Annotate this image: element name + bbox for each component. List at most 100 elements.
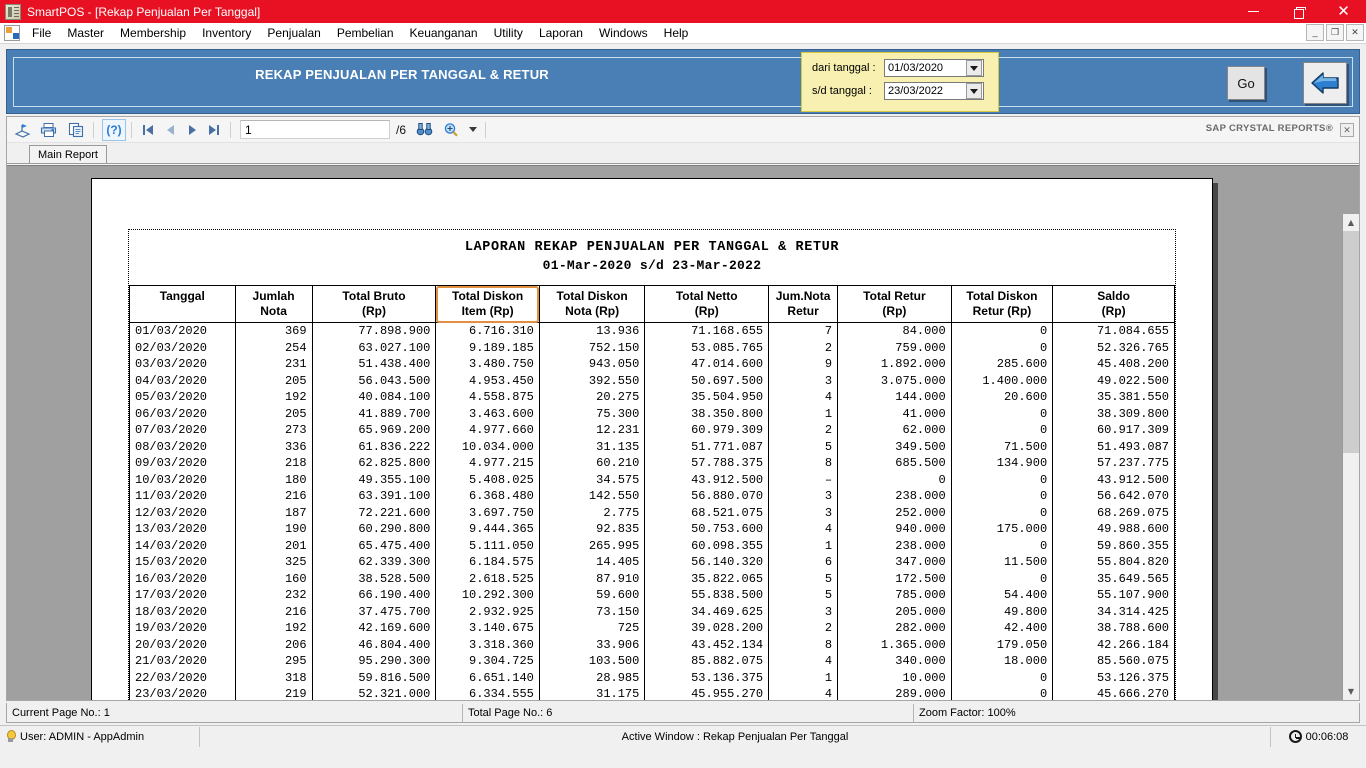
table-cell-r6-c1[interactable]: 273 xyxy=(234,422,313,439)
table-cell-r8-c0[interactable]: 09/03/2020 xyxy=(129,455,236,472)
menu-item-pembelian[interactable]: Pembelian xyxy=(329,24,402,42)
menu-item-file[interactable]: File xyxy=(24,24,59,42)
table-cell-r20-c7[interactable]: 340.000 xyxy=(837,653,952,670)
table-cell-r13-c0[interactable]: 14/03/2020 xyxy=(129,537,236,554)
table-cell-r4-c3[interactable]: 4.558.875 xyxy=(435,389,540,406)
table-cell-r11-c7[interactable]: 252.000 xyxy=(837,504,952,521)
table-cell-r17-c0[interactable]: 18/03/2020 xyxy=(129,603,236,620)
go-button[interactable]: Go xyxy=(1227,66,1265,100)
table-cell-r7-c8[interactable]: 71.500 xyxy=(950,438,1054,455)
first-page-icon[interactable] xyxy=(137,119,159,141)
table-cell-r19-c1[interactable]: 206 xyxy=(234,636,313,653)
table-cell-r12-c2[interactable]: 60.290.800 xyxy=(311,521,437,538)
table-cell-r3-c9[interactable]: 49.022.500 xyxy=(1052,372,1175,389)
table-cell-r12-c1[interactable]: 190 xyxy=(234,521,313,538)
table-cell-r18-c2[interactable]: 42.169.600 xyxy=(311,620,437,637)
table-cell-r2-c1[interactable]: 231 xyxy=(234,356,313,373)
table-cell-r21-c7[interactable]: 10.000 xyxy=(837,669,952,686)
table-cell-r10-c4[interactable]: 142.550 xyxy=(538,488,646,505)
table-cell-r5-c3[interactable]: 3.463.600 xyxy=(435,405,540,422)
binoculars-search-icon[interactable] xyxy=(412,119,436,141)
table-row[interactable]: 05/03/2020 192 40.084.100 4.558.875 20.275 35… xyxy=(129,389,1175,406)
table-cell-r21-c4[interactable]: 28.985 xyxy=(538,669,646,686)
table-cell-r1-c8[interactable]: 0 xyxy=(950,339,1054,356)
table-cell-r4-c8[interactable]: 20.600 xyxy=(950,389,1054,406)
table-cell-r17-c1[interactable]: 216 xyxy=(234,603,313,620)
table-cell-r14-c4[interactable]: 14.405 xyxy=(538,554,646,571)
table-cell-r0-c8[interactable]: 0 xyxy=(950,322,1054,340)
table-row[interactable]: 15/03/2020 325 62.339.300 6.184.575 14.405 56… xyxy=(129,554,1175,571)
table-cell-r6-c6[interactable]: 2 xyxy=(768,422,839,439)
table-cell-r9-c4[interactable]: 34.575 xyxy=(538,471,646,488)
menu-item-windows[interactable]: Windows xyxy=(591,24,656,42)
table-row[interactable]: 13/03/2020 190 60.290.800 9.444.365 92.835 50… xyxy=(129,521,1175,538)
back-button[interactable] xyxy=(1303,62,1347,104)
table-cell-r0-c2[interactable]: 77.898.900 xyxy=(311,322,437,340)
table-cell-r7-c3[interactable]: 10.034.000 xyxy=(435,438,540,455)
table-cell-r12-c9[interactable]: 49.988.600 xyxy=(1052,521,1175,538)
table-cell-r8-c4[interactable]: 60.210 xyxy=(538,455,646,472)
table-cell-r18-c6[interactable]: 2 xyxy=(768,620,839,637)
table-cell-r6-c5[interactable]: 60.979.309 xyxy=(644,422,770,439)
table-cell-r2-c3[interactable]: 3.480.750 xyxy=(435,356,540,373)
table-cell-r15-c2[interactable]: 38.528.500 xyxy=(311,570,437,587)
table-cell-r16-c7[interactable]: 785.000 xyxy=(837,587,952,604)
table-cell-r17-c5[interactable]: 34.469.625 xyxy=(644,603,770,620)
table-cell-r6-c4[interactable]: 12.231 xyxy=(538,422,646,439)
table-cell-r11-c3[interactable]: 3.697.750 xyxy=(435,504,540,521)
vertical-scrollbar[interactable]: ▲ ▼ xyxy=(1342,214,1359,700)
table-cell-r2-c9[interactable]: 45.408.200 xyxy=(1052,356,1175,373)
table-cell-r4-c6[interactable]: 4 xyxy=(768,389,839,406)
table-cell-r5-c6[interactable]: 1 xyxy=(768,405,839,422)
table-cell-r15-c8[interactable]: 0 xyxy=(950,570,1054,587)
table-cell-r17-c2[interactable]: 37.475.700 xyxy=(311,603,437,620)
table-cell-r20-c3[interactable]: 9.304.725 xyxy=(435,653,540,670)
table-cell-r17-c4[interactable]: 73.150 xyxy=(538,603,646,620)
previous-page-icon[interactable] xyxy=(159,119,181,141)
table-cell-r22-c0[interactable]: 23/03/2020 xyxy=(129,686,236,700)
table-cell-r22-c6[interactable]: 4 xyxy=(768,686,839,700)
table-cell-r16-c5[interactable]: 55.838.500 xyxy=(644,587,770,604)
table-cell-r5-c9[interactable]: 38.309.800 xyxy=(1052,405,1175,422)
table-cell-r9-c5[interactable]: 43.912.500 xyxy=(644,471,770,488)
table-cell-r2-c0[interactable]: 03/03/2020 xyxy=(129,356,236,373)
table-cell-r18-c4[interactable]: 725 xyxy=(538,620,646,637)
table-cell-r2-c4[interactable]: 943.050 xyxy=(538,356,646,373)
table-cell-r2-c6[interactable]: 9 xyxy=(768,356,839,373)
table-cell-r19-c7[interactable]: 1.365.000 xyxy=(837,636,952,653)
table-row[interactable]: 12/03/2020 187 72.221.600 3.697.750 2.775 68.… xyxy=(129,504,1175,521)
table-column-header-7[interactable]: Total Retur (Rp) xyxy=(837,285,952,323)
table-cell-r1-c4[interactable]: 752.150 xyxy=(538,339,646,356)
table-cell-r21-c5[interactable]: 53.136.375 xyxy=(644,669,770,686)
table-cell-r19-c5[interactable]: 43.452.134 xyxy=(644,636,770,653)
table-cell-r12-c7[interactable]: 940.000 xyxy=(837,521,952,538)
table-cell-r4-c2[interactable]: 40.084.100 xyxy=(311,389,437,406)
table-cell-r5-c5[interactable]: 38.350.800 xyxy=(644,405,770,422)
table-cell-r18-c3[interactable]: 3.140.675 xyxy=(435,620,540,637)
table-cell-r20-c6[interactable]: 4 xyxy=(768,653,839,670)
table-cell-r11-c2[interactable]: 72.221.600 xyxy=(311,504,437,521)
table-cell-r15-c4[interactable]: 87.910 xyxy=(538,570,646,587)
table-cell-r14-c7[interactable]: 347.000 xyxy=(837,554,952,571)
table-cell-r1-c6[interactable]: 2 xyxy=(768,339,839,356)
table-cell-r16-c1[interactable]: 232 xyxy=(234,587,313,604)
table-row[interactable]: 20/03/2020 206 46.804.400 3.318.360 33.906 43… xyxy=(129,636,1175,653)
table-cell-r6-c9[interactable]: 60.917.309 xyxy=(1052,422,1175,439)
table-cell-r2-c7[interactable]: 1.892.000 xyxy=(837,356,952,373)
table-cell-r9-c7[interactable]: 0 xyxy=(837,471,952,488)
table-cell-r8-c7[interactable]: 685.500 xyxy=(837,455,952,472)
table-row[interactable]: 04/03/2020 205 56.043.500 4.953.450 392.550 5… xyxy=(129,372,1175,389)
table-cell-r8-c8[interactable]: 134.900 xyxy=(950,455,1054,472)
table-row[interactable]: 07/03/2020 273 65.969.200 4.977.660 12.231 60… xyxy=(129,422,1175,439)
table-cell-r21-c9[interactable]: 53.126.375 xyxy=(1052,669,1175,686)
table-cell-r6-c0[interactable]: 07/03/2020 xyxy=(129,422,236,439)
table-cell-r0-c4[interactable]: 13.936 xyxy=(538,322,646,340)
table-cell-r17-c8[interactable]: 49.800 xyxy=(950,603,1054,620)
table-cell-r0-c7[interactable]: 84.000 xyxy=(837,322,952,340)
table-cell-r22-c7[interactable]: 289.000 xyxy=(837,686,952,700)
table-cell-r10-c8[interactable]: 0 xyxy=(950,488,1054,505)
table-cell-r16-c8[interactable]: 54.400 xyxy=(950,587,1054,604)
help-icon[interactable]: (?) xyxy=(102,118,126,141)
table-cell-r19-c8[interactable]: 179.050 xyxy=(950,636,1054,653)
table-cell-r7-c4[interactable]: 31.135 xyxy=(538,438,646,455)
